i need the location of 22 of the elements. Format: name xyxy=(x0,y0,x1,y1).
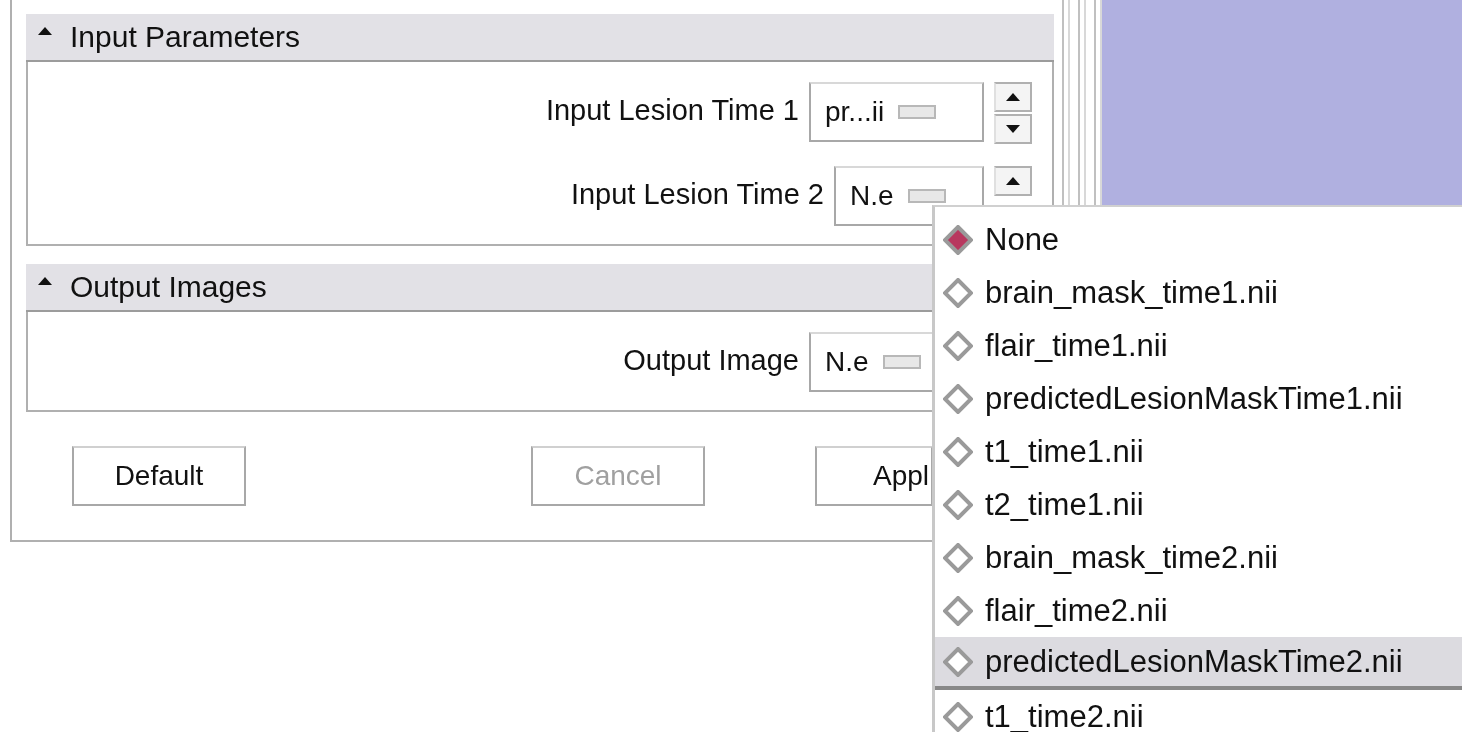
menu-item[interactable]: brain_mask_time2.nii xyxy=(935,531,1462,584)
combo-value: pr...ii xyxy=(825,96,885,128)
spin-up-button[interactable] xyxy=(994,82,1032,112)
spin-up-button[interactable] xyxy=(994,166,1032,196)
spin-down-button[interactable] xyxy=(994,114,1032,144)
section-header[interactable]: Input Parameters xyxy=(26,14,1054,62)
field-label: Input Lesion Time 2 xyxy=(570,177,824,211)
field-label: Input Lesion Time 1 xyxy=(545,93,799,127)
menu-item[interactable]: flair_time2.nii xyxy=(935,584,1462,637)
dropdown-handle-icon xyxy=(898,105,937,119)
default-button[interactable]: Default xyxy=(72,446,246,506)
menu-item[interactable]: t1_time1.nii xyxy=(935,425,1462,478)
dropdown-handle-icon xyxy=(882,355,921,369)
menu-item[interactable]: t2_time1.nii xyxy=(935,478,1462,531)
field-label: Output Image xyxy=(623,343,799,377)
combo-box[interactable]: pr...ii xyxy=(809,82,984,142)
combo-value: N.e xyxy=(850,180,894,212)
combo-value: N.e xyxy=(825,346,869,378)
menu-item[interactable]: predictedLesionMaskTime2.nii xyxy=(935,637,1462,690)
apply-button[interactable]: Appl xyxy=(815,446,933,506)
menu-item[interactable]: t1_time2.nii xyxy=(935,690,1462,732)
dropdown-handle-icon xyxy=(907,189,946,203)
